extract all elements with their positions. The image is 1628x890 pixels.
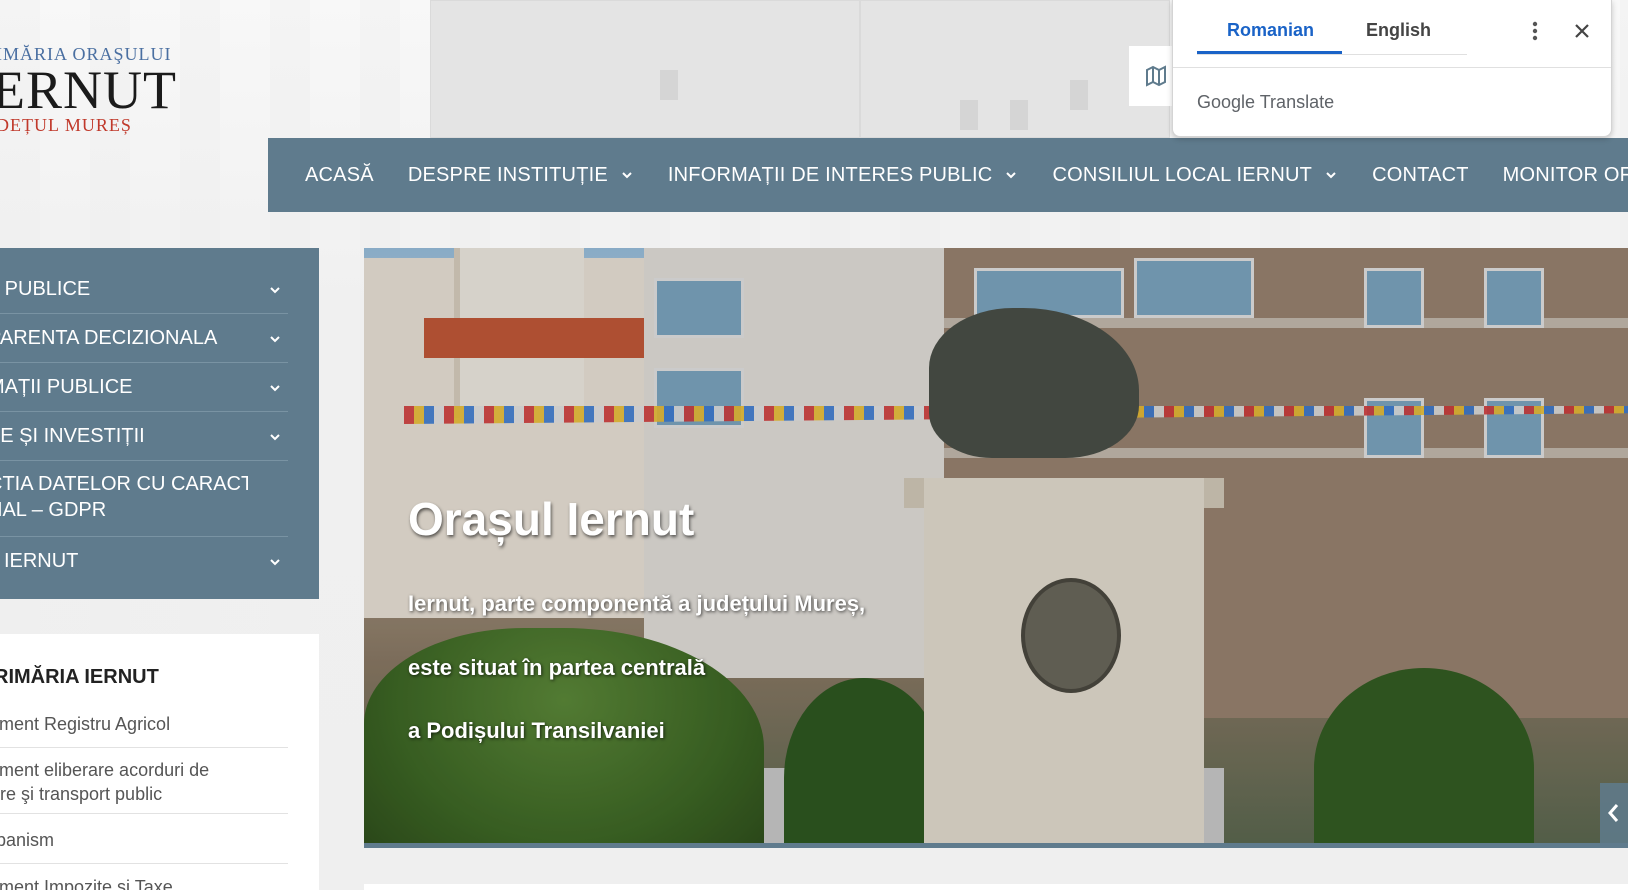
chevron-left-icon — [1608, 804, 1619, 822]
google-translate-popup: Romanian English Google Translate — [1172, 0, 1612, 137]
active-tab-indicator — [1197, 51, 1342, 54]
nav-item-label: ACASĂ — [305, 163, 374, 186]
chevron-down-icon — [622, 172, 632, 179]
sidebar-menu: II PUBLICE PARENTA DECIZIONALA MAȚII PUB… — [0, 248, 319, 599]
language-tabs: Romanian English — [1197, 0, 1467, 55]
brand-google: Google — [1197, 92, 1256, 112]
hero-bottom-bar — [364, 843, 1628, 848]
widget-link-label: timent Impozite şi Taxe — [0, 877, 173, 890]
nav-item-label: DESPRE INSTITUȚIE — [407, 163, 608, 186]
widget-link-label: rbanism — [0, 830, 55, 850]
nav-item-label: MONITOR OFICIAL LOC — [1502, 163, 1628, 186]
slider-prev-button[interactable] — [1600, 783, 1628, 843]
chevron-down-icon — [1006, 172, 1017, 179]
sidebar-item-label: PARENTA DECIZIONALA — [0, 327, 218, 349]
sidebar-item-label: CTIA DATELOR CU CARACTER — [0, 473, 248, 495]
hero-slider: Orașul Iernut Iernut, parte componentă a… — [364, 248, 1628, 847]
map-icon — [1146, 65, 1166, 87]
widget-link-urbanism[interactable]: rbanism — [0, 828, 288, 864]
chevron-down-icon — [270, 336, 280, 343]
hero-shade-overlay — [364, 248, 1628, 847]
more-options-button[interactable] — [1523, 18, 1547, 44]
sidebar-item-gdpr[interactable]: CTIA DATELOR CU CARACTER NAL – GDPR — [0, 461, 288, 537]
sidebar-item-institutii-publice[interactable]: II PUBLICE — [0, 265, 288, 314]
nav-item-consiliul-local[interactable]: CONSILIUL LOCAL IERNUT — [1052, 164, 1338, 187]
nav-item-label: CONTACT — [1372, 163, 1469, 186]
chevron-down-icon — [270, 559, 280, 566]
widget-link-label: timent Registru Agricol — [0, 714, 171, 734]
background-window — [1070, 80, 1088, 110]
widget-link-label: timent eliberare acorduri de — [0, 760, 210, 780]
chevron-down-icon — [270, 287, 280, 294]
nav-item-monitor-oficial[interactable]: MONITOR OFICIAL LOC — [1503, 164, 1628, 187]
chevron-down-icon — [270, 385, 280, 392]
nav-item-informatii-interes-public[interactable]: INFORMAȚII DE INTERES PUBLIC — [668, 164, 1019, 187]
close-button[interactable] — [1569, 18, 1595, 44]
hero-text-line: a Podișului Transilvaniei — [408, 718, 665, 743]
more-vertical-icon — [1532, 21, 1538, 41]
widget-link-registru-agricol[interactable]: timent Registru Agricol — [0, 712, 288, 748]
nav-item-label: INFORMAȚII DE INTERES PUBLIC — [667, 163, 993, 186]
google-translate-brand: Google Translate — [1197, 92, 1334, 113]
sidebar-item-label: MAȚII PUBLICE — [0, 376, 133, 398]
background-window — [960, 100, 978, 130]
hero-text-line: este situat în partea centrală — [408, 655, 706, 680]
content-area — [364, 884, 1628, 890]
brand-translate: Translate — [1259, 92, 1335, 112]
divider — [1173, 67, 1611, 68]
close-icon — [1575, 24, 1589, 38]
site-logo[interactable]: IMĂRIA ORAŞULUI ERNUT DEȚUL MUREȘ — [0, 44, 177, 136]
chevron-down-icon — [1326, 172, 1336, 179]
sidebar-item-label: L IERNUT — [0, 550, 79, 572]
hero-title: Orașul Iernut — [408, 493, 695, 545]
hero-text-line: Iernut, parte componentă a județului Mur… — [408, 591, 866, 616]
sidebar-item-label: NAL – GDPR — [0, 499, 107, 521]
main-navigation: ACASĂ DESPRE INSTITUȚIE INFORMAȚII DE IN… — [268, 138, 1628, 212]
sidebar-item-proiecte-investitii[interactable]: TE ȘI INVESTIȚII — [0, 412, 288, 461]
nav-item-despre-institutie[interactable]: DESPRE INSTITUȚIE — [408, 164, 634, 187]
nav-item-acasa[interactable]: ACASĂ — [305, 164, 374, 187]
background-window — [1010, 100, 1028, 130]
background-building — [430, 0, 860, 138]
logo-line-2: ERNUT — [0, 60, 177, 120]
widget-link-acorduri-transport[interactable]: timent eliberare acorduri de are şi tran… — [0, 758, 288, 814]
background-window — [660, 70, 678, 100]
sidebar-item-informatii-publice[interactable]: MAȚII PUBLICE — [0, 363, 288, 412]
widget-title: RIMĂRIA IERNUT — [0, 666, 159, 688]
nav-item-label: CONSILIUL LOCAL IERNUT — [1052, 163, 1313, 186]
sidebar-item-consiliul-local[interactable]: L IERNUT — [0, 537, 288, 586]
primaria-widget: RIMĂRIA IERNUT timent Registru Agricol t… — [0, 634, 319, 890]
tab-english[interactable]: English — [1366, 20, 1431, 41]
sidebar-item-label: TE ȘI INVESTIȚII — [0, 425, 145, 447]
nav-item-contact[interactable]: CONTACT — [1372, 164, 1469, 187]
chevron-down-icon — [270, 434, 280, 441]
sidebar-item-label: II PUBLICE — [0, 278, 91, 300]
widget-link-impozite-taxe[interactable]: timent Impozite şi Taxe — [0, 875, 288, 890]
tab-romanian[interactable]: Romanian — [1227, 20, 1314, 41]
sidebar-item-transparenta-decizionala[interactable]: PARENTA DECIZIONALA — [0, 314, 288, 363]
widget-link-label: are şi transport public — [0, 784, 163, 804]
